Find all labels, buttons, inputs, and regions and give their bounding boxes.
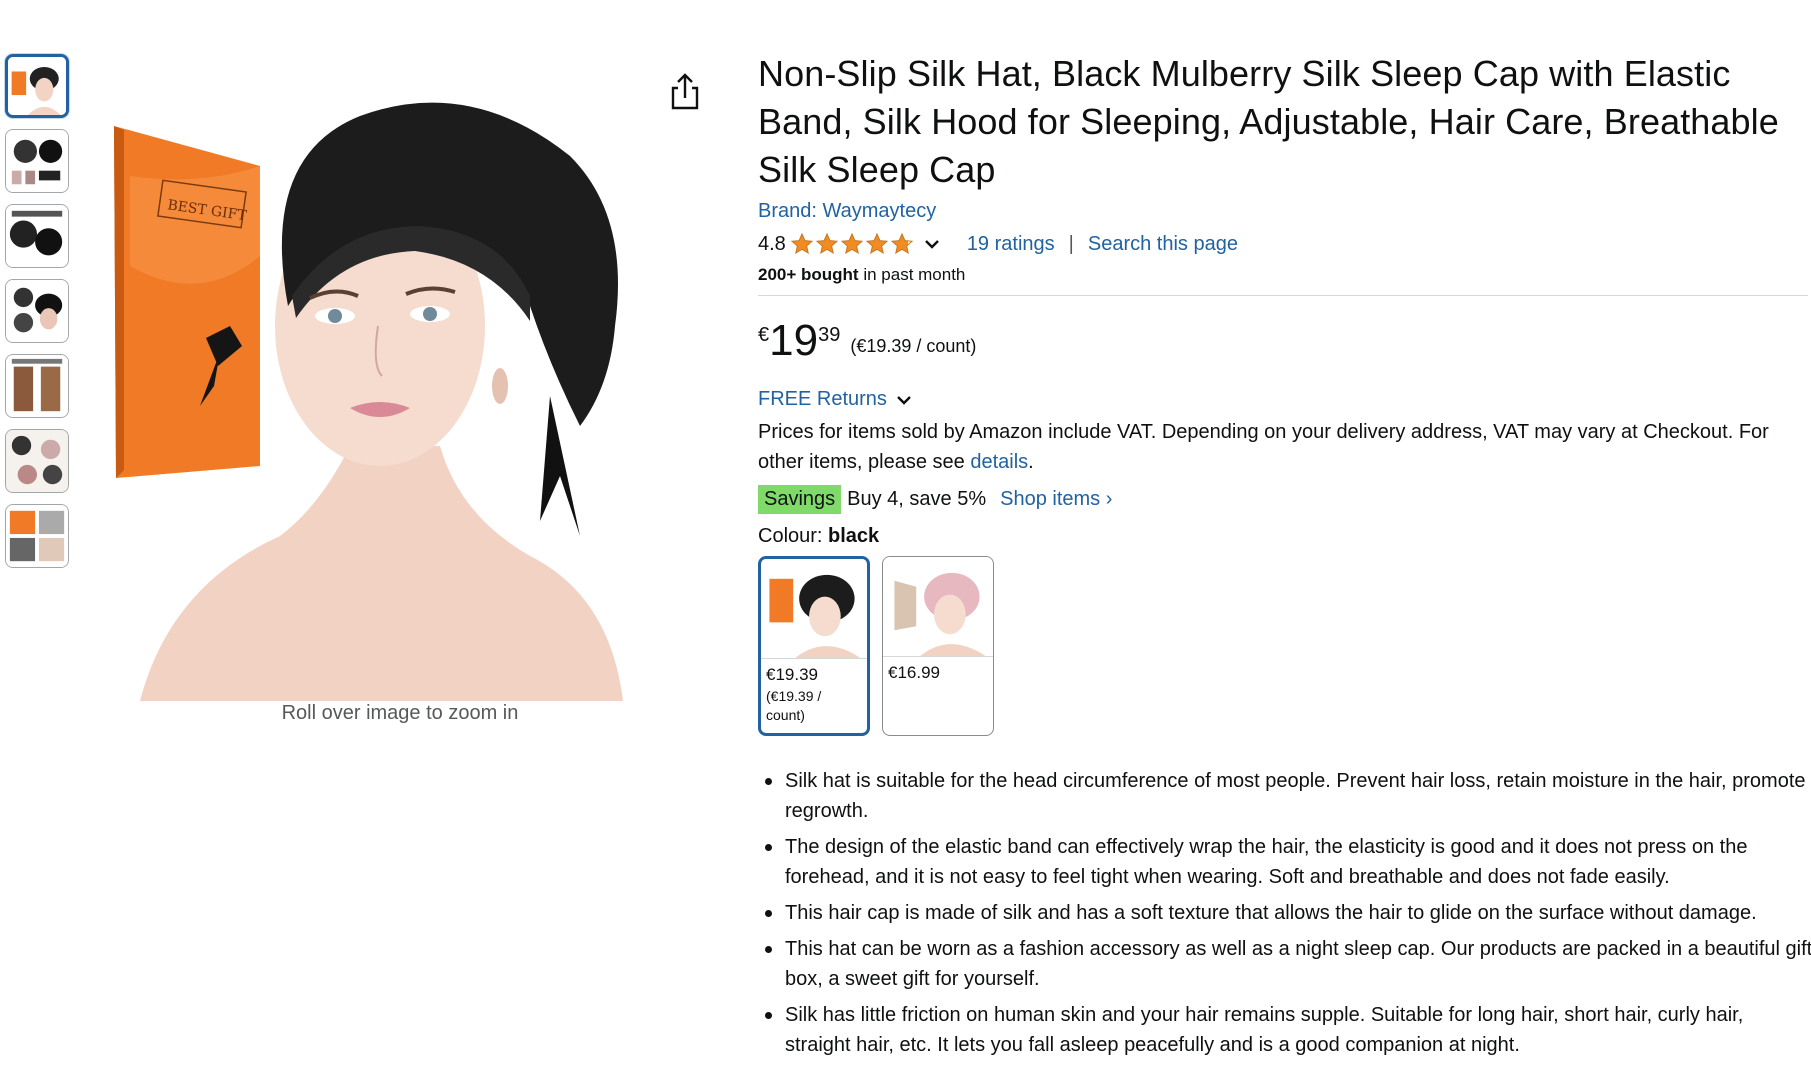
vat-text: Prices for items sold by Amazon include … bbox=[758, 421, 1769, 473]
zoom-hint: Roll over image to zoom in bbox=[281, 702, 519, 724]
savings-text: Buy 4, save 5% bbox=[847, 487, 987, 510]
feature-bullet: Silk hat is suitable for the head circum… bbox=[758, 766, 1811, 826]
price-fraction: 39 bbox=[818, 324, 841, 346]
rating-row: 4.8 19 ratings | Search this page bbox=[758, 229, 1808, 259]
unit-price: (€19.39 / count) bbox=[850, 336, 977, 356]
product-title: Non-Slip Silk Hat, Black Mulberry Silk S… bbox=[758, 53, 1779, 190]
swatch-black-image bbox=[761, 559, 867, 659]
shop-items-link[interactable]: Shop items › bbox=[1000, 488, 1112, 511]
swatch-pink[interactable]: €16.99 bbox=[882, 556, 994, 736]
colour-label-text: Colour: bbox=[758, 525, 829, 547]
search-page-link[interactable]: Search this page bbox=[1088, 233, 1238, 256]
main-product-image[interactable]: BEST GIFT bbox=[110, 66, 725, 701]
share-icon[interactable] bbox=[668, 72, 702, 112]
swatch-black[interactable]: €19.39 (€19.39 / count) bbox=[758, 556, 870, 736]
thumbnail-7[interactable] bbox=[5, 504, 69, 568]
feature-bullets: Silk hat is suitable for the head circum… bbox=[758, 766, 1811, 1060]
star-icon bbox=[890, 232, 914, 255]
chevron-down-icon[interactable] bbox=[923, 235, 941, 253]
star-icon bbox=[865, 232, 889, 255]
product-details: Non-Slip Silk Hat, Black Mulberry Silk S… bbox=[758, 50, 1811, 1066]
feature-bullet: This hair cap is made of silk and has a … bbox=[758, 898, 1811, 928]
feature-bullet: The design of the elastic band can effec… bbox=[758, 832, 1811, 892]
thumbnail-5[interactable] bbox=[5, 354, 69, 418]
swatch-pink-image bbox=[883, 557, 993, 657]
brand-link[interactable]: Brand: Waymaytecy bbox=[758, 200, 936, 223]
star-rating-icon[interactable] bbox=[790, 232, 915, 256]
swatch-pink-price: €16.99 bbox=[888, 663, 940, 682]
ratings-count-link[interactable]: 19 ratings bbox=[967, 233, 1055, 256]
bought-count: 200+ bought bbox=[758, 265, 859, 284]
vat-end: . bbox=[1028, 451, 1034, 473]
separator: | bbox=[1068, 232, 1074, 255]
rating-value: 4.8 bbox=[758, 232, 786, 255]
currency-symbol: € bbox=[758, 324, 770, 346]
chevron-down-icon bbox=[897, 395, 911, 405]
divider bbox=[758, 295, 1808, 296]
bought-in-past-month: 200+ bought in past month bbox=[758, 265, 1808, 285]
thumbnail-3[interactable] bbox=[5, 204, 69, 268]
bought-suffix: in past month bbox=[858, 265, 966, 284]
details-link[interactable]: details bbox=[970, 451, 1028, 473]
price-block: € 19 39 (€19.39 / count) bbox=[758, 318, 1808, 368]
star-icon bbox=[790, 232, 814, 255]
savings-row: Savings Buy 4, save 5% Shop items › bbox=[758, 483, 1808, 515]
colour-label: Colour: black bbox=[758, 525, 1808, 548]
savings-badge: Savings bbox=[758, 484, 842, 514]
feature-bullet: This hat can be worn as a fashion access… bbox=[758, 934, 1811, 994]
vat-notice: Prices for items sold by Amazon include … bbox=[758, 417, 1808, 477]
thumbnail-6[interactable] bbox=[5, 429, 69, 493]
free-returns-label: FREE Returns bbox=[758, 388, 887, 410]
colour-selected: black bbox=[828, 525, 880, 547]
feature-bullet: Silk has little friction on human skin a… bbox=[758, 1000, 1811, 1060]
thumbnail-1[interactable] bbox=[5, 54, 69, 118]
thumbnail-2[interactable] bbox=[5, 129, 69, 193]
star-icon bbox=[815, 232, 839, 255]
thumbnail-4[interactable] bbox=[5, 279, 69, 343]
swatch-black-unit: (€19.39 / count) bbox=[766, 688, 822, 723]
colour-swatches: €19.39 (€19.39 / count) €16.99 bbox=[758, 556, 1808, 736]
price-whole: 19 bbox=[769, 316, 819, 365]
gift-box-illustration: BEST GIFT bbox=[114, 126, 260, 478]
star-icon bbox=[840, 232, 864, 255]
thumbnail-list bbox=[5, 54, 71, 579]
swatch-black-price: €19.39 bbox=[766, 665, 818, 684]
free-returns-link[interactable]: FREE Returns bbox=[758, 388, 1808, 411]
